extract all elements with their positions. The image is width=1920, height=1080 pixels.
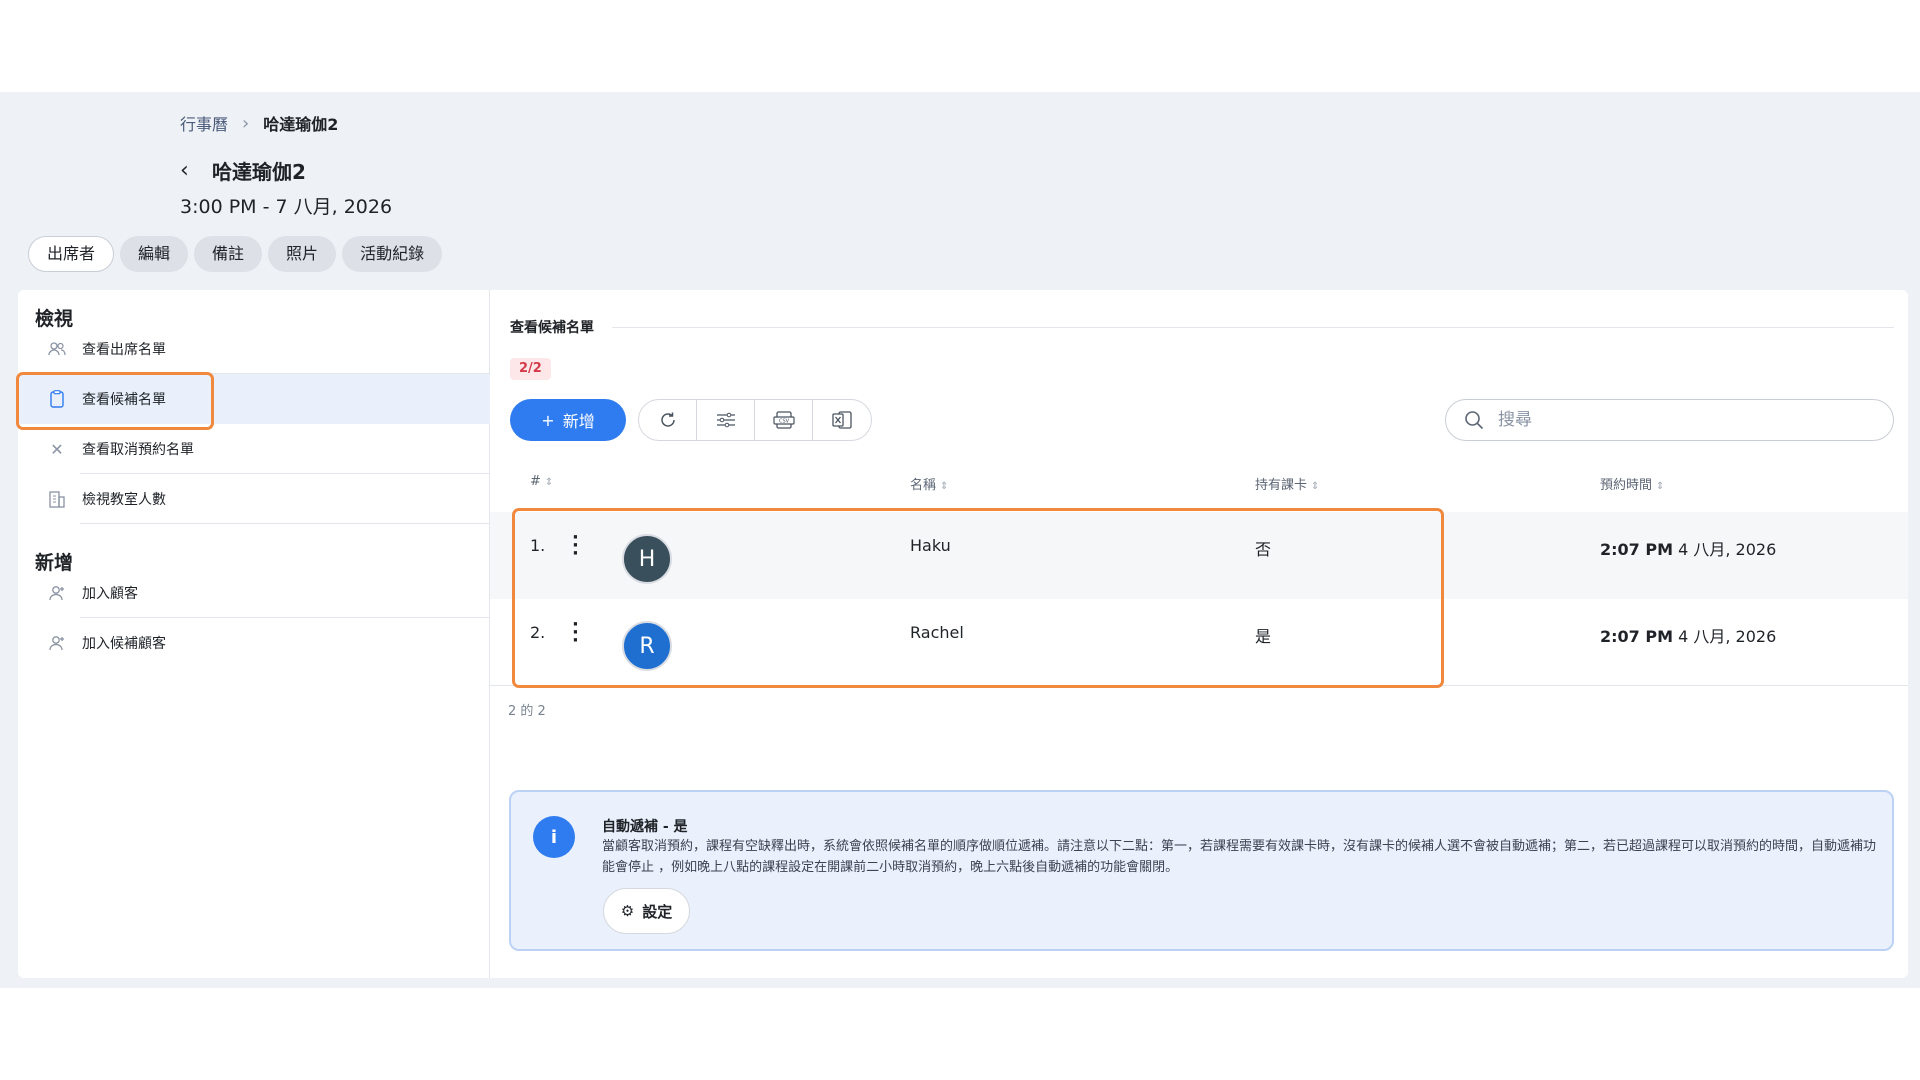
tab-bar: 出席者 編輯 備註 照片 活動紀錄 xyxy=(28,236,443,272)
breadcrumb: 行事曆 › 哈達瑜伽2 xyxy=(180,111,338,135)
add-user-icon xyxy=(18,585,82,601)
sidebar: 檢視 查看出席名單 查看候補名單 ✕ 查看取消預約名單 檢視教室人數 新增 加入… xyxy=(16,290,490,978)
highlight-annotation xyxy=(512,508,1444,688)
sidebar-item-room-capacity[interactable]: 檢視教室人數 xyxy=(18,474,490,524)
sidebar-item-label: 加入候補顧客 xyxy=(82,636,166,652)
search-input[interactable] xyxy=(1498,410,1858,430)
tab-photos[interactable]: 照片 xyxy=(268,236,337,272)
info-title: 自動遞補 - 是 xyxy=(602,819,688,835)
highlight-annotation xyxy=(16,372,214,430)
column-header-name[interactable]: 名稱 ⇕ xyxy=(910,474,948,493)
tab-activity-log[interactable]: 活動紀錄 xyxy=(342,236,443,272)
sidebar-item-label: 加入顧客 xyxy=(82,586,138,602)
add-user-icon xyxy=(18,635,82,651)
page-title: 哈達瑜伽2 xyxy=(212,160,306,184)
divider xyxy=(80,523,490,524)
column-header-label: 預約時間 xyxy=(1600,478,1653,493)
sidebar-item-label: 查看出席名單 xyxy=(82,342,166,358)
add-button[interactable]: + 新增 xyxy=(510,399,626,441)
pagination-info: 2 的 2 xyxy=(508,704,546,719)
booking-time-bold: 2:07 PM xyxy=(1600,627,1674,646)
column-header-label: 持有課卡 xyxy=(1255,478,1308,493)
table-toolbar: CSV xyxy=(638,399,872,441)
event-datetime: 3:00 PM - 7 八月, 2026 xyxy=(180,196,393,218)
users-icon xyxy=(18,342,82,356)
building-icon xyxy=(18,490,82,508)
booking-date: 4 八月, 2026 xyxy=(1678,540,1777,559)
refresh-button[interactable] xyxy=(639,400,697,440)
breadcrumb-current: 哈達瑜伽2 xyxy=(263,115,339,134)
sidebar-item-label: 查看取消預約名單 xyxy=(82,442,194,458)
app-root: 行事曆 › 哈達瑜伽2 ‹ 哈達瑜伽2 3:00 PM - 7 八月, 2026… xyxy=(0,92,1920,988)
divider xyxy=(612,327,1894,328)
filter-button[interactable] xyxy=(697,400,755,440)
refresh-icon xyxy=(660,412,675,427)
column-header-label: 名稱 xyxy=(910,478,937,493)
close-icon: ✕ xyxy=(50,439,64,459)
search-icon xyxy=(1465,411,1484,430)
count-badge: 2/2 xyxy=(510,358,551,380)
column-header-label: # xyxy=(530,474,541,489)
settings-button-label: 設定 xyxy=(642,902,673,921)
title-row: ‹ 哈達瑜伽2 xyxy=(180,156,306,185)
booking-time: 2:07 PM 4 八月, 2026 xyxy=(1600,623,1776,647)
add-button-label: 新增 xyxy=(562,412,595,431)
sidebar-item-add-waitlist-customer[interactable]: 加入候補顧客 xyxy=(18,618,490,668)
info-text: 當顧客取消預約，課程有空缺釋出時，系統會依照候補名單的順序做順位遞補。請注意以下… xyxy=(602,839,1877,875)
sidebar-item-add-customer[interactable]: 加入顧客 xyxy=(18,568,490,618)
tab-attendees[interactable]: 出席者 xyxy=(28,236,115,272)
section-title: 查看候補名單 xyxy=(510,320,594,336)
sidebar-item-label: 檢視教室人數 xyxy=(82,492,166,508)
breadcrumb-calendar-link[interactable]: 行事曆 xyxy=(180,111,228,135)
csv-export-button[interactable]: CSV xyxy=(755,400,813,440)
sidebar-item-attendance-list[interactable]: 查看出席名單 xyxy=(18,324,490,374)
auto-fill-info-box: i 自動遞補 - 是 當顧客取消預約，課程有空缺釋出時，系統會依照候補名單的順序… xyxy=(509,790,1894,951)
sort-icon: ⇕ xyxy=(1656,481,1665,492)
waitlist-main: 查看候補名單 2/2 + 新增 CSV 搜尋 # ⇕ 名稱 ⇕ 持有課卡 ⇕ 預… xyxy=(490,290,1908,978)
svg-text:CSV: CSV xyxy=(778,419,789,425)
info-icon: i xyxy=(533,816,575,858)
tab-notes[interactable]: 備註 xyxy=(194,236,263,272)
plus-icon: + xyxy=(541,410,555,430)
sort-icon: ⇕ xyxy=(940,481,949,492)
tab-edit[interactable]: 編輯 xyxy=(120,236,189,272)
column-header-booking-time[interactable]: 預約時間 ⇕ xyxy=(1600,474,1664,493)
booking-time: 2:07 PM 4 八月, 2026 xyxy=(1600,536,1776,560)
content-panel: 檢視 查看出席名單 查看候補名單 ✕ 查看取消預約名單 檢視教室人數 新增 加入… xyxy=(16,290,1908,978)
column-header-has-card[interactable]: 持有課卡 ⇕ xyxy=(1255,474,1319,493)
sort-icon: ⇕ xyxy=(1311,481,1320,492)
breadcrumb-separator-icon: › xyxy=(242,112,250,134)
excel-export-button[interactable] xyxy=(813,400,871,440)
column-header-index[interactable]: # ⇕ xyxy=(530,474,553,489)
settings-button[interactable]: ⚙ 設定 xyxy=(603,888,690,934)
sidebar-item-cancellation-list[interactable]: ✕ 查看取消預約名單 xyxy=(18,424,490,474)
chevron-left-icon[interactable]: ‹ xyxy=(180,158,194,183)
csv-export-icon: CSV xyxy=(772,411,795,429)
search-field[interactable] xyxy=(1445,399,1894,441)
booking-time-bold: 2:07 PM xyxy=(1600,540,1674,559)
excel-export-icon xyxy=(832,411,852,429)
booking-date: 4 八月, 2026 xyxy=(1678,627,1777,646)
gear-icon: ⚙ xyxy=(620,902,635,920)
filter-icon xyxy=(716,412,735,428)
sort-icon: ⇕ xyxy=(544,477,554,488)
